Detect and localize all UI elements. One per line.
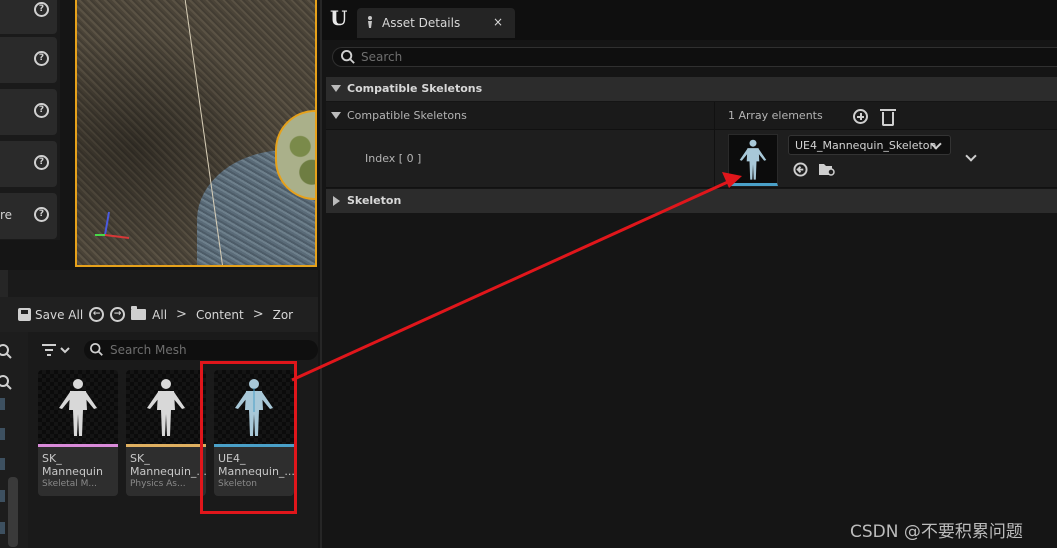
array-count: 1 Array elements (728, 109, 823, 122)
breadcrumb-separator: > (176, 307, 187, 322)
collapse-arrow-icon (333, 196, 340, 206)
forward-arrow-icon[interactable]: → (110, 307, 126, 322)
level-viewport[interactable] (75, 0, 317, 267)
category-compatible-skeletons[interactable]: Compatible Skeletons (326, 77, 1057, 101)
folder-color-swatch (0, 458, 5, 470)
search-icon[interactable] (0, 344, 13, 360)
folder-color-swatch (0, 522, 5, 534)
trash-icon[interactable] (880, 109, 896, 126)
array-element-row: Index [ 0 ] UE4_Mannequin_Skeleton (326, 130, 1057, 188)
breadcrumb-all[interactable]: All (152, 308, 167, 322)
filter-icon[interactable] (42, 342, 74, 358)
panel-tabbar: U Asset Details × (322, 0, 1057, 40)
save-all-button[interactable]: Save All (18, 308, 83, 322)
help-icon[interactable]: ? (34, 51, 49, 66)
skeleton-thumbnail[interactable] (728, 134, 778, 186)
expand-arrow-icon (331, 85, 341, 92)
tab-asset-details[interactable]: Asset Details × (357, 8, 515, 38)
asset-details-icon (368, 16, 372, 28)
back-arrow-icon[interactable]: ← (89, 307, 105, 322)
axis-gizmo-icon (95, 211, 130, 239)
detail-row[interactable]: ? (0, 37, 57, 83)
folder-color-swatch (0, 398, 5, 410)
scrollbar[interactable] (8, 477, 18, 547)
detail-row[interactable]: ? (0, 0, 57, 34)
asset-type-bar (38, 444, 118, 447)
search-icon[interactable] (0, 375, 13, 391)
asset-thumbnail (38, 370, 118, 444)
detail-row[interactable]: ? (0, 89, 57, 135)
watermark: CSDN @不要积累问题 (850, 522, 1023, 542)
asset-type: Physics As... (130, 479, 186, 489)
column-splitter[interactable] (714, 130, 715, 187)
skeleton-asset-picker[interactable]: UE4_Mannequin_Skeleton (788, 135, 951, 155)
folder-icon (131, 306, 147, 320)
asset-thumbnail (126, 370, 206, 444)
chevron-down-icon[interactable] (965, 150, 977, 162)
mannequin-icon (59, 379, 97, 436)
folder-color-swatch (0, 490, 5, 502)
expand-arrow-icon[interactable] (331, 112, 341, 119)
help-icon[interactable]: ? (34, 2, 49, 17)
detail-row[interactable]: re ? (0, 193, 57, 239)
asset-name: SK_ Mannequin (42, 452, 103, 478)
breadcrumb-content[interactable]: Content (196, 308, 244, 322)
use-selected-icon[interactable] (793, 162, 808, 177)
asset-type: Skeletal M... (42, 479, 97, 489)
detail-row[interactable]: ? (0, 141, 57, 187)
details-panel-fragment: ? ? ? ? re ? (0, 0, 60, 240)
content-browser-tabbar (0, 270, 318, 297)
content-browser-toolbar: Save All ← → All > Content > Zor (0, 297, 318, 332)
category-skeleton[interactable]: Skeleton (326, 189, 1057, 213)
mannequin-icon (147, 379, 185, 436)
help-icon[interactable]: ? (34, 207, 49, 222)
asset-name: SK_ Mannequin_... (130, 452, 206, 478)
breadcrumb-folder[interactable]: Zor (273, 308, 294, 322)
asset-details-panel: U Asset Details × Search Compatible Skel… (320, 0, 1057, 548)
asset-tile[interactable]: SK_ Mannequin Skeletal M... (38, 370, 118, 496)
details-search-input[interactable]: Search (332, 47, 1057, 67)
asset-type-bar (126, 444, 206, 447)
help-icon[interactable]: ? (34, 155, 49, 170)
content-browser-tab[interactable] (0, 270, 8, 297)
asset-tile[interactable]: SK_ Mannequin_... Physics As... (126, 370, 206, 496)
folder-color-swatch (0, 428, 5, 440)
property-compatible-skeletons: Compatible Skeletons 1 Array elements (326, 102, 1057, 130)
sources-panel (0, 332, 28, 548)
help-icon[interactable]: ? (34, 103, 49, 118)
skeleton-icon (739, 139, 767, 180)
unreal-logo-icon: U (330, 6, 348, 30)
add-element-icon[interactable] (853, 109, 868, 124)
annotation-highlight-box (200, 361, 297, 514)
save-icon (18, 308, 31, 321)
breadcrumb-separator: > (252, 307, 264, 322)
close-icon[interactable]: × (493, 15, 503, 29)
search-icon (90, 343, 103, 356)
search-icon (341, 50, 355, 64)
column-splitter[interactable] (714, 102, 715, 129)
browse-folder-icon[interactable] (818, 161, 836, 177)
asset-search-input[interactable]: Search Mesh (84, 340, 318, 360)
